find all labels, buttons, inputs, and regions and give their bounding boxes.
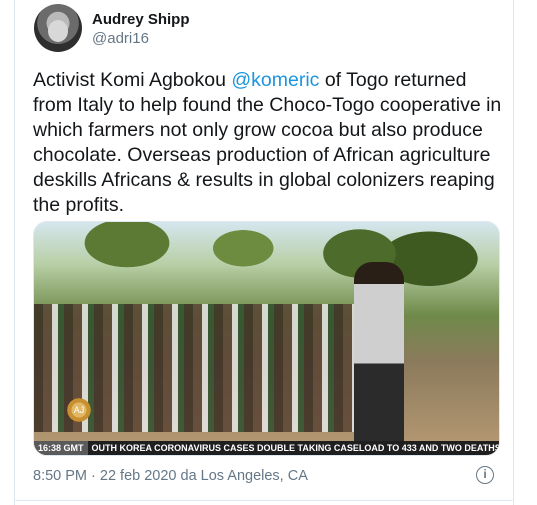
tweet-card: Audrey Shipp @adri16 Activist Komi Agbok… (14, 0, 514, 505)
author-handle[interactable]: @adri16 (92, 30, 149, 47)
tweet-image[interactable]: AJ 16:38 GMT OUTH KOREA CORONAVIRUS CASES… (33, 221, 500, 456)
divider (15, 500, 513, 501)
tweet-text-after: of Togo returned from Italy to help foun… (33, 69, 502, 216)
tweet-timestamp[interactable]: 8:50 PM · 22 feb 2020 da Los Angeles, CA (33, 468, 308, 484)
author-name[interactable]: Audrey Shipp (92, 11, 190, 28)
tweet-text-before: Activist Komi Agbokou (33, 69, 232, 91)
ticker-time: 16:38 GMT (34, 441, 88, 455)
info-icon[interactable]: i (476, 466, 494, 484)
aljazeera-logo-icon: AJ (64, 395, 94, 425)
avatar[interactable] (34, 4, 82, 52)
mention-link[interactable]: @komeric (231, 69, 319, 91)
image-speaker (354, 262, 404, 447)
news-ticker: 16:38 GMT OUTH KOREA CORONAVIRUS CASES DO… (34, 441, 499, 455)
tweet-text: Activist Komi Agbokou @komeric of Togo r… (33, 68, 503, 218)
ticker-text: OUTH KOREA CORONAVIRUS CASES DOUBLE TAKI… (91, 443, 499, 453)
